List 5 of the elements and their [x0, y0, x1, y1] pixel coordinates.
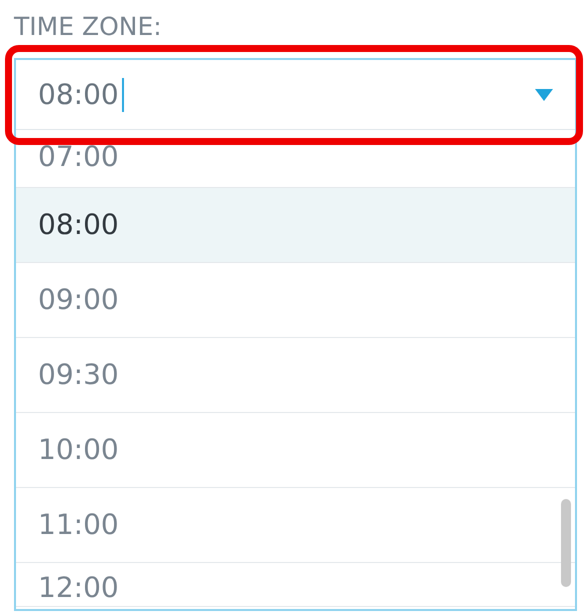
field-value: 08:00 [38, 76, 119, 112]
field-label: TIME ZONE: [14, 11, 162, 43]
option-item[interactable]: 08:00 [16, 188, 575, 263]
scrollbar-thumb[interactable] [561, 499, 571, 587]
dropdown-caret-icon [535, 88, 553, 100]
